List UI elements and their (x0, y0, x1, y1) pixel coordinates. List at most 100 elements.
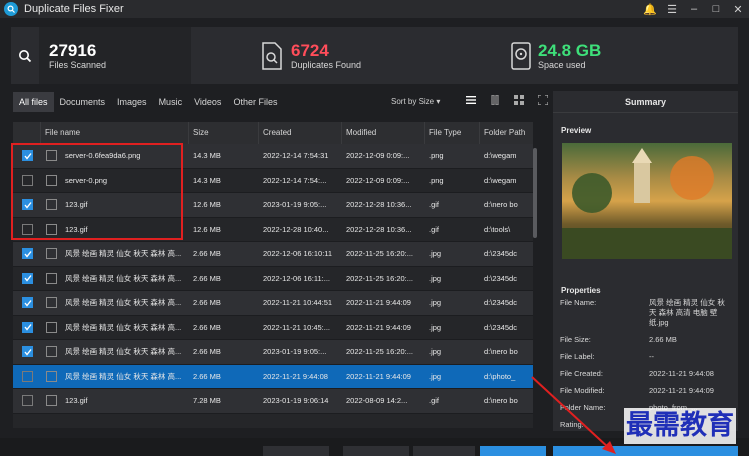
folder-path: d:\nero bo (484, 347, 518, 357)
tab-all-files[interactable]: All files (13, 92, 54, 112)
file-size: 14.3 MB (193, 151, 221, 161)
file-modified: 2022-11-25 16:20:... (346, 347, 413, 357)
file-size: 7.28 MB (193, 396, 221, 406)
hard-drive-icon (511, 42, 531, 70)
file-created: 2022-12-14 7:54:31 (263, 151, 329, 161)
table-row[interactable]: 风景 绘画 精灵 仙女 秋天 森林 高... 2.66 MB 2022-12-06 … (13, 242, 535, 267)
file-thumbnail-icon (46, 370, 57, 382)
file-thumbnail-icon (46, 272, 57, 284)
folder-path: d:\2345dc (484, 322, 517, 332)
property-value: 2022-11-21 9:44:08 (649, 369, 714, 378)
header-file-type[interactable]: File Type (425, 122, 480, 144)
table-row[interactable]: 风景 绘画 精灵 仙女 秋天 森林 高... 2.66 MB 2022-11-21 … (13, 291, 535, 316)
bell-icon[interactable]: 🔔 (639, 3, 661, 16)
table-row[interactable]: 123.gif 7.28 MB 2023-01-19 9:06:14 2022-08-… (13, 389, 535, 414)
bottom-button-2[interactable] (343, 446, 409, 456)
file-modified: 2022-12-09 0:09:... (346, 175, 410, 185)
file-created: 2022-11-21 10:45:... (263, 322, 330, 332)
table-row[interactable]: 风景 绘画 精灵 仙女 秋天 森林 高... 2.66 MB 2022-12-06 … (13, 267, 535, 291)
file-size: 12.6 MB (193, 200, 221, 210)
file-created: 2022-12-06 16:10:11 (263, 249, 333, 259)
highlight-box (11, 143, 183, 240)
tab-documents[interactable]: Documents (54, 92, 112, 112)
header-file-name[interactable]: File name (41, 122, 189, 144)
file-type: .jpg (429, 371, 442, 381)
property-row: File Name: 风景 绘画 精灵 仙女 秋天 森林 高清 电脑 壁纸.jpg (560, 298, 738, 328)
maximize-button[interactable]: □ (705, 3, 727, 15)
file-modified: 2022-12-28 10:36... (346, 224, 412, 234)
table-row[interactable]: 风景 绘画 精灵 仙女 秋天 森林 高... 2.66 MB 2023-01-19 … (13, 340, 535, 365)
tab-images[interactable]: Images (111, 92, 153, 112)
document-search-icon (262, 42, 282, 70)
file-modified: 2022-12-09 0:09:... (346, 151, 410, 161)
header-size[interactable]: Size (189, 122, 259, 144)
file-type: .gif (429, 200, 440, 210)
space-used-stat: 24.8 GB Space used (418, 27, 601, 84)
row-checkbox[interactable] (22, 321, 33, 333)
properties-label: Properties (561, 286, 601, 295)
duplicates-label: Duplicates Found (291, 59, 362, 70)
file-created: 2023-01-19 9:06:14 (263, 396, 329, 406)
header-created[interactable]: Created (259, 122, 342, 144)
stats-bar: 27916 Files Scanned 6724 Duplicates Foun… (11, 27, 738, 84)
preview-image (562, 143, 732, 259)
folder-path: d:\nero bo (484, 200, 518, 210)
file-size: 12.6 MB (193, 224, 221, 234)
column-view-icon[interactable] (483, 95, 507, 105)
row-checkbox[interactable] (22, 346, 33, 358)
bottom-button-3[interactable] (413, 446, 475, 456)
sort-dropdown[interactable]: Sort by Size ▾ (391, 92, 440, 112)
minimize-button[interactable]: – (683, 3, 705, 15)
file-modified: 2022-11-21 9:44:09 (346, 322, 411, 332)
folder-path: d:\2345dc (484, 249, 517, 259)
close-button[interactable]: ✕ (727, 3, 749, 16)
file-modified: 2022-08-09 14:2... (346, 396, 408, 406)
file-type: .gif (429, 396, 440, 406)
property-value: 风景 绘画 精灵 仙女 秋天 森林 高清 电脑 壁纸.jpg (649, 298, 725, 327)
row-checkbox[interactable] (22, 395, 33, 407)
grid-view-icon[interactable] (507, 95, 531, 105)
row-checkbox[interactable] (22, 297, 33, 309)
expand-icon[interactable] (531, 95, 555, 105)
file-thumbnail-icon (46, 321, 57, 333)
file-created: 2023-01-19 9:05:... (263, 347, 327, 357)
files-scanned-value: 27916 (49, 40, 97, 60)
file-created: 2022-11-21 10:44:51 (263, 298, 333, 308)
file-size: 2.66 MB (193, 298, 221, 308)
property-key: File Size: (560, 335, 591, 344)
header-modified[interactable]: Modified (342, 122, 425, 144)
tab-music[interactable]: Music (153, 92, 189, 112)
file-thumbnail-icon (46, 297, 57, 309)
property-row: File Label: -- (560, 352, 738, 362)
file-type: .png (429, 175, 444, 185)
folder-path: d:\wegam (484, 175, 517, 185)
folder-path: d:\photo_ (484, 371, 516, 381)
space-used-value: 24.8 GB (538, 40, 602, 60)
list-view-icon[interactable] (459, 95, 483, 105)
table-header: File name Size Created Modified File Typ… (13, 122, 535, 144)
bottom-button-1[interactable] (263, 446, 329, 456)
row-checkbox[interactable] (22, 248, 33, 260)
table-row[interactable]: 风景 绘画 精灵 仙女 秋天 森林 高... 2.66 MB 2022-11-21 … (13, 364, 535, 389)
category-tabs: All files Documents Images Music Videos … (13, 92, 548, 112)
file-type: .jpg (429, 322, 442, 332)
menu-icon[interactable]: ☰ (661, 3, 683, 16)
file-modified: 2022-12-28 10:36... (346, 200, 412, 210)
row-checkbox[interactable] (22, 370, 33, 382)
file-size: 2.66 MB (193, 347, 221, 357)
file-type: .jpg (429, 298, 442, 308)
property-row: File Size: 2.66 MB (560, 335, 738, 345)
search-icon[interactable] (11, 27, 39, 84)
sort-label: Sort by Size (391, 97, 435, 106)
table-row[interactable]: 风景 绘画 精灵 仙女 秋天 森林 高... 2.66 MB 2022-11-21 … (13, 316, 535, 340)
property-key: File Name: (560, 298, 597, 307)
file-created: 2022-12-28 10:40... (263, 224, 329, 234)
file-type: .jpg (429, 273, 442, 283)
tab-other-files[interactable]: Other Files (227, 92, 283, 112)
file-size: 2.66 MB (193, 273, 221, 283)
file-thumbnail-icon (46, 395, 57, 407)
file-type: .jpg (429, 347, 442, 357)
row-checkbox[interactable] (22, 272, 33, 284)
tab-videos[interactable]: Videos (188, 92, 227, 112)
header-folder-path[interactable]: Folder Path (480, 122, 535, 144)
